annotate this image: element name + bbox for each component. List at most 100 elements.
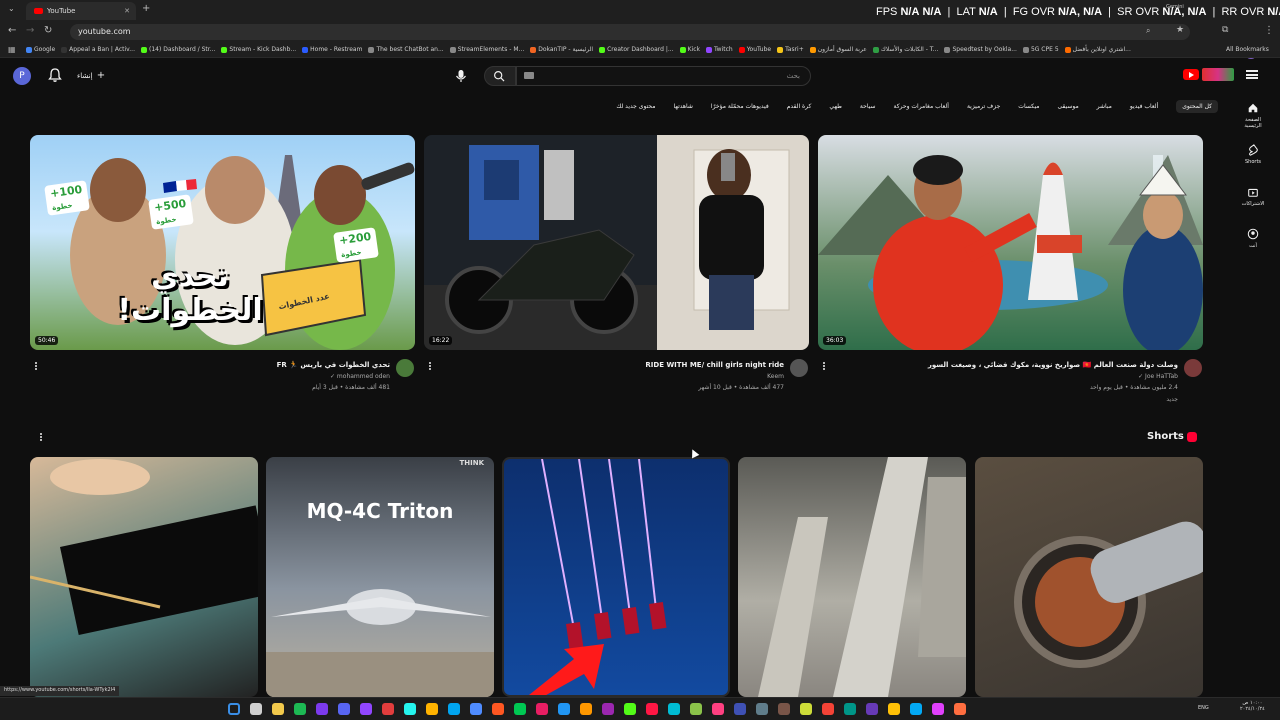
taskbar-app-icon[interactable] bbox=[272, 703, 284, 715]
voice-search-mic-icon[interactable] bbox=[452, 67, 470, 85]
guide-menu-icon[interactable] bbox=[1246, 70, 1258, 79]
start-menu-icon[interactable] bbox=[228, 703, 240, 715]
taskbar-app-icon[interactable] bbox=[866, 703, 878, 715]
filter-chip[interactable]: طهي bbox=[829, 103, 842, 110]
bookmark-item[interactable]: الكابلات والأسلاك - T... bbox=[872, 46, 938, 53]
video-title[interactable]: RIDE WITH ME/ chill girls night ride bbox=[544, 361, 784, 369]
tab-close-icon[interactable]: ✕ bbox=[124, 7, 130, 15]
bookmark-item[interactable]: Speedtest by Ookla... bbox=[944, 46, 1017, 53]
sidebar-item-home[interactable]: الصفحة الرئيسية bbox=[1236, 102, 1270, 129]
bookmark-item[interactable]: YouTube bbox=[738, 46, 771, 53]
short-card[interactable] bbox=[30, 457, 258, 697]
taskbar-app-icon[interactable] bbox=[558, 703, 570, 715]
filter-chip[interactable]: موسيقى bbox=[1057, 103, 1078, 110]
taskbar-app-icon[interactable] bbox=[382, 703, 394, 715]
zoom-icon[interactable]: ⌕ bbox=[1146, 26, 1150, 36]
taskbar-app-icon[interactable] bbox=[580, 703, 592, 715]
filter-chip[interactable]: كل المحتوى bbox=[1176, 99, 1218, 113]
bookmark-star-icon[interactable]: ★ bbox=[1176, 25, 1184, 35]
bookmark-item[interactable]: Creator Dashboard |... bbox=[599, 46, 674, 53]
sidebar-item-you[interactable]: أنت bbox=[1236, 228, 1270, 249]
channel-name[interactable]: Keem bbox=[544, 373, 784, 380]
apps-icon[interactable]: ▦ bbox=[8, 45, 16, 54]
taskbar-app-icon[interactable] bbox=[712, 703, 724, 715]
channel-name[interactable]: Joe HaTTab ✓ bbox=[938, 373, 1178, 380]
channel-avatar[interactable] bbox=[396, 359, 414, 377]
filter-chip[interactable]: شاهدتها bbox=[673, 103, 692, 110]
keyboard-icon[interactable] bbox=[524, 72, 534, 79]
video-title[interactable]: تحدي الخطوات في باريس 🏃 FR bbox=[150, 361, 390, 369]
back-icon[interactable]: ← bbox=[8, 25, 16, 36]
tab-search-icon[interactable]: ⌄ bbox=[8, 4, 15, 13]
taskbar-app-icon[interactable] bbox=[954, 703, 966, 715]
taskbar-app-icon[interactable] bbox=[448, 703, 460, 715]
taskbar-app-icon[interactable] bbox=[910, 703, 922, 715]
filter-chip[interactable]: مباشر bbox=[1097, 103, 1112, 110]
create-button[interactable]: إنشاء + bbox=[77, 70, 105, 81]
taskbar-app-icon[interactable] bbox=[800, 703, 812, 715]
filter-chip[interactable]: محتوى جديد لك bbox=[616, 103, 655, 110]
taskbar-app-icon[interactable] bbox=[404, 703, 416, 715]
video-menu-icon[interactable] bbox=[428, 361, 432, 373]
doodle-logo[interactable] bbox=[1202, 68, 1234, 81]
short-card[interactable] bbox=[738, 457, 966, 697]
notifications-bell-icon[interactable] bbox=[47, 67, 63, 83]
sidebar-item-shorts[interactable]: Shorts bbox=[1236, 144, 1270, 165]
bookmark-item[interactable]: اشتري اونلاين بأفضل... bbox=[1064, 46, 1131, 53]
all-bookmarks[interactable]: All Bookmarks bbox=[1226, 46, 1269, 53]
bookmark-item[interactable]: Tasri+ bbox=[777, 46, 804, 53]
bookmark-item[interactable]: Kick bbox=[679, 46, 700, 53]
taskbar-app-icon[interactable] bbox=[294, 703, 306, 715]
taskbar-app-icon[interactable] bbox=[778, 703, 790, 715]
filter-chip[interactable]: فيديوهات محمّلة مؤخرًا bbox=[711, 103, 769, 110]
taskbar-app-icon[interactable] bbox=[822, 703, 834, 715]
extensions-icon[interactable]: ⧉ bbox=[1222, 25, 1228, 35]
browser-menu-icon[interactable]: ⋮ bbox=[1264, 25, 1274, 36]
bookmark-item[interactable]: Home - Restream bbox=[302, 46, 362, 53]
taskbar-app-icon[interactable] bbox=[844, 703, 856, 715]
video-thumbnail[interactable]: 36:03 bbox=[818, 135, 1203, 350]
bookmark-item[interactable]: StreamElements - M... bbox=[449, 46, 524, 53]
taskbar-app-icon[interactable] bbox=[360, 703, 372, 715]
url-input[interactable]: youtube.com bbox=[70, 24, 1190, 40]
channel-avatar[interactable] bbox=[1184, 359, 1202, 377]
taskbar-app-icon[interactable] bbox=[470, 703, 482, 715]
search-button[interactable] bbox=[484, 66, 516, 86]
filter-chip[interactable]: ألعاب مغامرات وحركة bbox=[893, 103, 948, 110]
gemini-label[interactable]: Gemini bbox=[1166, 4, 1184, 10]
taskbar-app-icon[interactable] bbox=[646, 703, 658, 715]
taskbar-app-icon[interactable] bbox=[734, 703, 746, 715]
bookmark-item[interactable]: عربة السوق أمازون bbox=[809, 46, 867, 53]
video-menu-icon[interactable] bbox=[34, 361, 38, 373]
taskbar-search-icon[interactable] bbox=[250, 703, 262, 715]
taskbar-app-icon[interactable] bbox=[690, 703, 702, 715]
language-indicator[interactable]: ENG bbox=[1198, 705, 1209, 711]
taskbar-app-icon[interactable] bbox=[492, 703, 504, 715]
video-menu-icon[interactable] bbox=[822, 361, 826, 373]
channel-avatar[interactable] bbox=[790, 359, 808, 377]
taskbar-app-icon[interactable] bbox=[602, 703, 614, 715]
video-thumbnail[interactable]: +100 خطوة +500 خطوة +200 خطوة تحدي الخطو… bbox=[30, 135, 415, 350]
short-card[interactable] bbox=[502, 457, 730, 697]
system-clock[interactable]: ١٠:٠٠ ص ٢٠٢٤/١٠/٢٤ bbox=[1240, 700, 1265, 712]
forward-icon[interactable]: → bbox=[26, 25, 34, 36]
new-tab-button[interactable]: + bbox=[142, 3, 150, 14]
bookmark-item[interactable]: Stream - Kick Dashb... bbox=[221, 46, 296, 53]
bookmark-item[interactable]: Twitch bbox=[705, 46, 733, 53]
sidebar-item-subscriptions[interactable]: الاشتراكات bbox=[1236, 186, 1270, 207]
taskbar-app-icon[interactable] bbox=[514, 703, 526, 715]
account-avatar[interactable]: P bbox=[13, 67, 31, 85]
taskbar-app-icon[interactable] bbox=[316, 703, 328, 715]
taskbar-app-icon[interactable] bbox=[536, 703, 548, 715]
taskbar-app-icon[interactable] bbox=[668, 703, 680, 715]
shorts-menu-icon[interactable] bbox=[39, 432, 43, 444]
bookmark-item[interactable]: Google bbox=[26, 46, 55, 53]
short-card[interactable] bbox=[975, 457, 1203, 697]
bookmark-item[interactable]: (14) Dashboard / Str... bbox=[140, 46, 215, 53]
bookmark-item[interactable]: The best ChatBot an... bbox=[368, 46, 444, 53]
filter-chip[interactable]: سياحة bbox=[860, 103, 876, 110]
bookmark-item[interactable]: Appeal a Ban | Activ... bbox=[61, 46, 135, 53]
filter-chip[interactable]: كرة القدم bbox=[787, 103, 812, 110]
taskbar-app-icon[interactable] bbox=[756, 703, 768, 715]
filter-chip[interactable]: ميكسات bbox=[1018, 103, 1039, 110]
